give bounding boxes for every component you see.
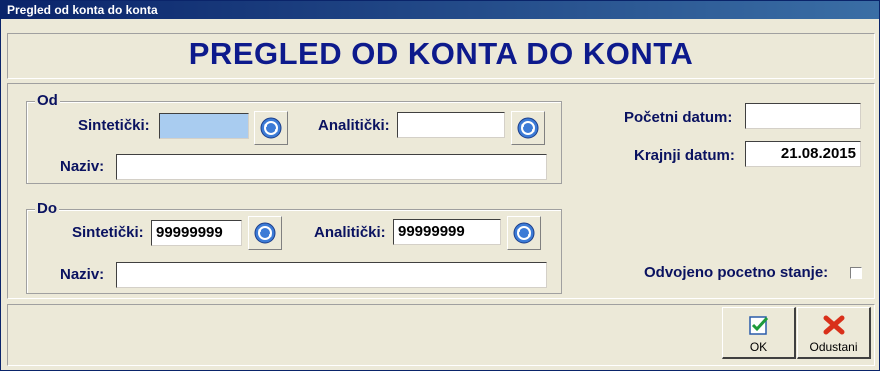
title-bar[interactable]: Pregled od konta do konta [1, 1, 879, 19]
od-sinteticki-label: Sintetički: [78, 117, 150, 134]
do-sinteticki-input[interactable]: 99999999 [151, 220, 242, 246]
do-sinteticki-label: Sintetički: [72, 224, 144, 241]
pocetni-datum-input[interactable] [745, 103, 861, 129]
window-title: Pregled od konta do konta [7, 3, 158, 17]
checkmark-icon [748, 316, 768, 335]
red-x-icon [823, 315, 844, 335]
odvojeno-pocetno-stanje-label: Odvojeno pocetno stanje: [644, 264, 829, 281]
od-sinteticki-input[interactable] [159, 113, 249, 139]
cancel-button[interactable]: Odustani [797, 307, 871, 359]
odvojeno-pocetno-stanje-checkbox[interactable] [850, 267, 862, 279]
do-analiticki-label: Analitički: [314, 224, 386, 241]
refresh-lookup-icon [260, 117, 282, 139]
od-naziv-input[interactable] [116, 154, 547, 180]
page-title: PREGLED OD KONTA DO KONTA [188, 36, 694, 71]
do-analiticki-input[interactable]: 99999999 [393, 219, 501, 245]
main-panel: Od Sintetički: Analitički: Naziv: Do Sin… [7, 83, 875, 299]
krajnji-datum-label: Krajnji datum: [634, 147, 735, 164]
od-analiticki-label: Analitički: [318, 117, 390, 134]
header-panel: PREGLED OD KONTA DO KONTA [7, 33, 875, 79]
od-analiticki-input[interactable] [397, 112, 505, 138]
refresh-lookup-icon [513, 222, 535, 244]
od-sinteticki-lookup-button[interactable] [254, 111, 288, 145]
do-naziv-input[interactable] [116, 262, 547, 288]
krajnji-datum-input[interactable]: 21.08.2015 [745, 141, 861, 167]
od-naziv-label: Naziv: [60, 158, 105, 175]
refresh-lookup-icon [517, 117, 539, 139]
cancel-button-label: Odustani [809, 340, 858, 354]
od-group-legend: Od [35, 92, 60, 109]
do-naziv-label: Naziv: [60, 266, 105, 283]
pocetni-datum-label: Početni datum: [624, 109, 733, 126]
ok-button-label: OK [749, 340, 768, 354]
ok-button[interactable]: OK [722, 307, 796, 359]
od-analiticki-lookup-button[interactable] [511, 111, 545, 145]
button-panel: OK Odustani [7, 304, 875, 366]
do-group-legend: Do [35, 200, 59, 217]
do-analiticki-lookup-button[interactable] [507, 216, 541, 250]
dialog-window: Pregled od konta do konta PREGLED OD KON… [0, 0, 880, 371]
refresh-lookup-icon [254, 222, 276, 244]
do-sinteticki-lookup-button[interactable] [248, 216, 282, 250]
